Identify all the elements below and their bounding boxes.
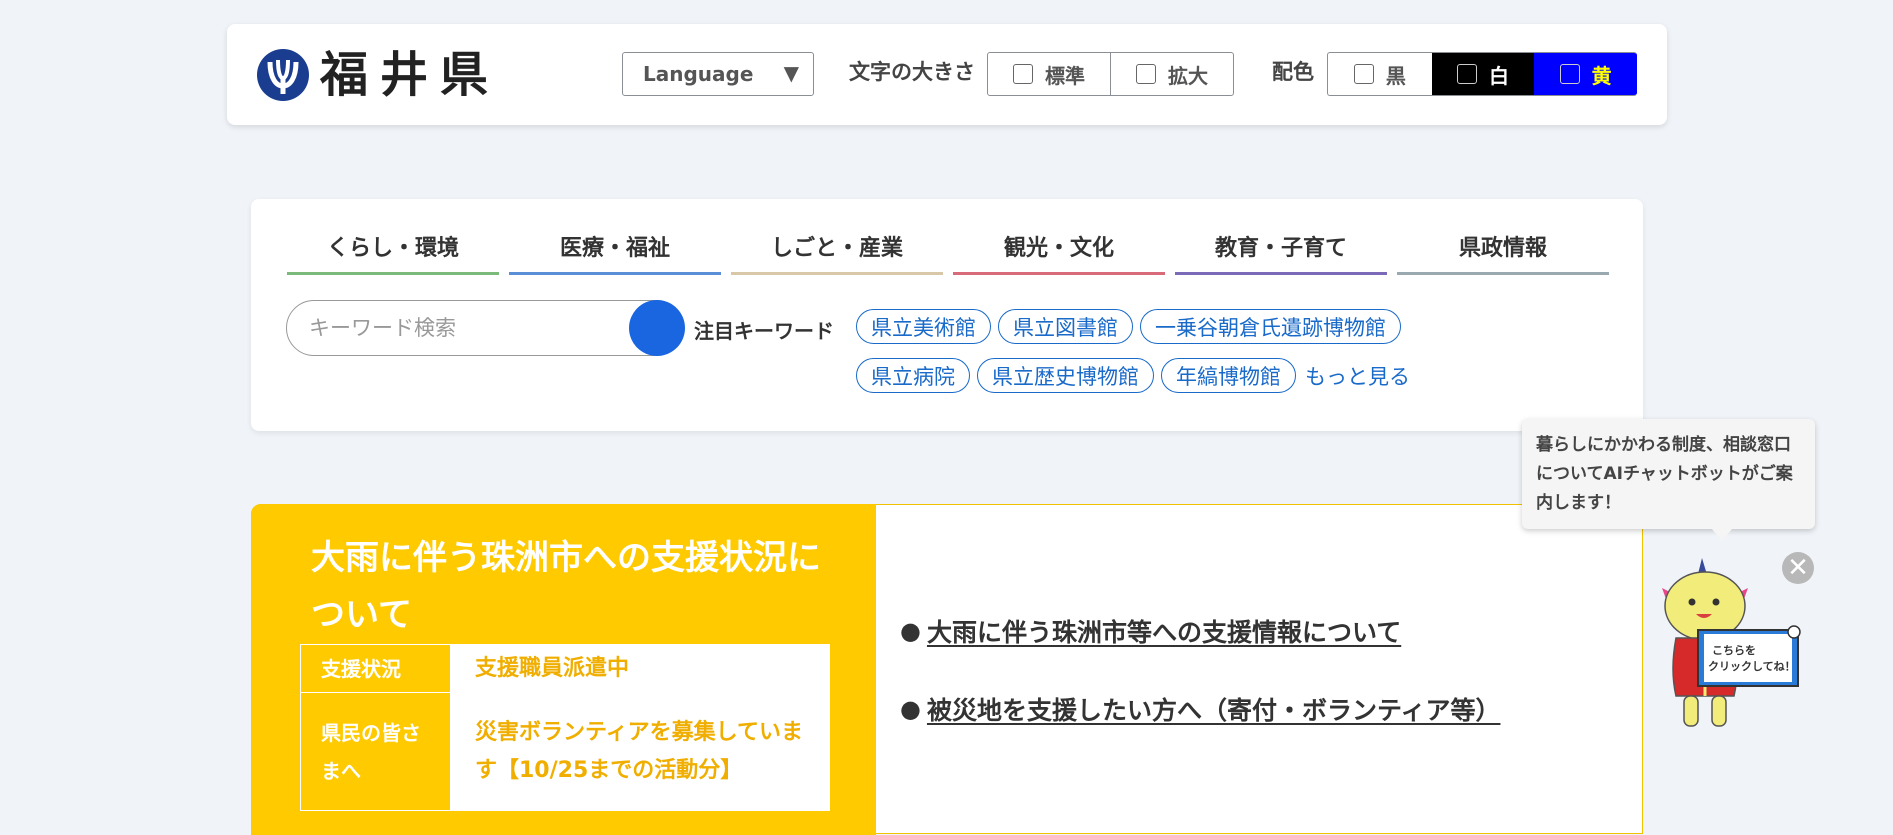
prefecture-emblem-icon: [256, 48, 310, 102]
menu-item-tourism-culture[interactable]: 観光・文化: [953, 219, 1165, 275]
site-logo[interactable]: 福井県: [256, 46, 500, 104]
mascot-character-icon: こちらを クリックしてね！: [1662, 558, 1801, 727]
checkbox-icon: [1353, 64, 1374, 84]
keyword-row-2: 県立病院 県立歴史博物館 年縞博物館 もっと見る: [856, 358, 1410, 393]
chatbot-bubble[interactable]: 暮らしにかかわる制度、相談窓口についてAIチャットボットがご案内します！: [1522, 419, 1815, 541]
site-header: 福井県 Language ▼ 文字の大きさ 標準 拡大 配色 黒 白 黄: [227, 24, 1667, 125]
color-scheme-group: 黒 白 黄: [1327, 52, 1637, 96]
support-status-table: 支援状況 支援職員派遣中 県民の皆さまへ 災害ボランティアを募集しています【10…: [300, 644, 830, 811]
dropdown-arrow-icon: ▼: [783, 61, 799, 85]
mascot-sign-text: こちらを: [1712, 644, 1756, 657]
checkbox-icon: [1559, 64, 1580, 84]
mascot-sign-text: クリックしてね！: [1708, 660, 1796, 673]
color-scheme-label: 配色: [1272, 60, 1314, 84]
search-box: [286, 300, 685, 356]
color-white-label: 白: [1489, 63, 1509, 88]
emergency-title: 大雨に伴う珠洲市への支援状況について: [311, 538, 821, 635]
keyword-tag[interactable]: 年縞博物館: [1161, 358, 1296, 393]
font-size-large-label: 拡大: [1168, 63, 1208, 88]
emergency-summary-panel: 大雨に伴う珠洲市への支援状況について 支援状況 支援職員派遣中 県民の皆さまへ …: [251, 504, 876, 835]
search-button[interactable]: [629, 300, 685, 356]
menu-item-work-industry[interactable]: しごと・産業: [731, 219, 943, 275]
keyword-tag[interactable]: 県立図書館: [998, 309, 1133, 344]
support-info-link[interactable]: ● 大雨に伴う珠洲市等への支援情報について: [900, 613, 1500, 649]
search-input[interactable]: [307, 311, 597, 345]
color-black-label: 黒: [1385, 63, 1406, 88]
color-white-button[interactable]: 白: [1431, 53, 1535, 95]
font-size-large-button[interactable]: 拡大: [1110, 53, 1233, 95]
menu-item-medical-welfare[interactable]: 医療・福祉: [509, 219, 721, 275]
navigation-card: くらし・環境 医療・福祉 しごと・産業 観光・文化 教育・子育て 県政情報 注目…: [251, 199, 1643, 431]
color-yellow-label: 黄: [1591, 63, 1612, 88]
table-header-cell: 支援状況: [300, 644, 451, 693]
font-size-standard-label: 標準: [1045, 63, 1085, 88]
donation-volunteer-link[interactable]: ● 被災地を支援したい方へ（寄付・ボランティア等）: [900, 691, 1500, 727]
chatbot-mascot-button[interactable]: こちらを クリックしてね！: [1650, 558, 1806, 738]
keyword-tag[interactable]: 県立美術館: [856, 309, 991, 344]
support-info-link-text: 大雨に伴う珠洲市等への支援情報について: [926, 618, 1402, 647]
table-header-cell: 県民の皆さまへ: [300, 692, 451, 811]
checkbox-icon: [1013, 64, 1033, 84]
keyword-tag[interactable]: 県立歴史博物館: [977, 358, 1154, 393]
table-row: 支援状況 支援職員派遣中: [300, 644, 830, 693]
keyword-tag[interactable]: 一乗谷朝倉氏遺跡博物館: [1140, 309, 1401, 344]
menu-item-life-environment[interactable]: くらし・環境: [287, 219, 499, 275]
language-select[interactable]: Language ▼: [622, 52, 814, 96]
emergency-links: ● 大雨に伴う珠洲市等への支援情報について ● 被災地を支援したい方へ（寄付・ボ…: [900, 613, 1500, 769]
donation-volunteer-link-text: 被災地を支援したい方へ（寄付・ボランティア等）: [926, 696, 1501, 725]
keyword-row-1: 県立美術館 県立図書館 一乗谷朝倉氏遺跡博物館: [856, 309, 1401, 344]
font-size-group: 標準 拡大: [987, 52, 1234, 96]
table-row: 県民の皆さまへ 災害ボランティアを募集しています【10/25までの活動分】: [300, 692, 830, 811]
language-select-label: Language: [643, 62, 754, 86]
color-yellow-button[interactable]: 黄: [1534, 53, 1637, 95]
checkbox-icon: [1457, 64, 1477, 84]
logo-text: 福井県: [320, 47, 501, 103]
more-keywords-link[interactable]: もっと見る: [1305, 361, 1410, 391]
search-icon: [647, 318, 667, 338]
table-value-cell: 災害ボランティアを募集しています【10/25までの活動分】: [450, 692, 830, 811]
table-value-cell: 支援職員派遣中: [450, 644, 830, 693]
bullet-icon: ●: [900, 617, 921, 645]
bullet-icon: ●: [900, 695, 921, 723]
featured-keywords-label: 注目キーワード: [694, 319, 834, 343]
font-size-standard-button[interactable]: 標準: [988, 53, 1110, 95]
menu-item-education-childcare[interactable]: 教育・子育て: [1175, 219, 1387, 275]
menu-item-prefectural-info[interactable]: 県政情報: [1397, 219, 1609, 275]
font-size-label: 文字の大きさ: [849, 60, 975, 84]
keyword-tag[interactable]: 県立病院: [856, 358, 970, 393]
global-menu: くらし・環境 医療・福祉 しごと・産業 観光・文化 教育・子育て 県政情報: [287, 219, 1609, 275]
color-black-button[interactable]: 黒: [1328, 53, 1432, 95]
emergency-info-box: 大雨に伴う珠洲市への支援状況について 支援状況 支援職員派遣中 県民の皆さまへ …: [251, 504, 1643, 835]
checkbox-icon: [1136, 64, 1156, 84]
